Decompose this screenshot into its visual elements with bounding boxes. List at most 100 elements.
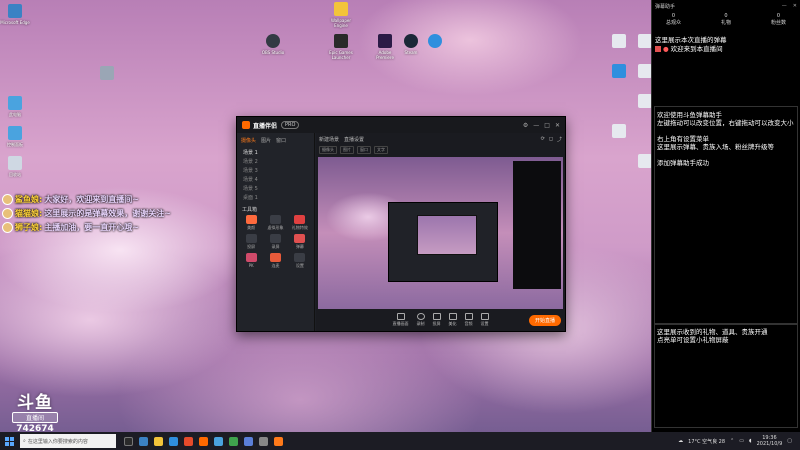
companion-icon[interactable] <box>199 436 208 446</box>
weather-text[interactable]: 17°C 空气良 28 <box>688 438 725 445</box>
notification-icon[interactable]: ▢ <box>787 438 792 444</box>
app-icon[interactable] <box>184 436 193 446</box>
tab-image[interactable]: 图片 <box>261 137 271 144</box>
app-icon <box>428 34 442 48</box>
danmaku-assistant-panel: 弹幕助手 — ✕ 0 总观众 0 礼物 0 粉丝数 这里展示本次直播的弹幕 ● 欢迎来… <box>651 0 800 432</box>
chat-icon[interactable]: ◻ <box>549 136 553 143</box>
tab-window[interactable]: 窗口 <box>276 137 286 144</box>
live-preview[interactable] <box>318 157 563 309</box>
volume-icon[interactable]: ◖ <box>749 438 752 444</box>
tool-pk[interactable]: PK <box>240 253 262 269</box>
tool-settings[interactable]: 设置 <box>289 253 311 269</box>
danmaku-item: 猫猫娘: 这里展示的是弹幕效果，谢谢关注~ <box>2 207 171 219</box>
gear-icon <box>480 313 489 320</box>
scene-item[interactable]: 场景 5 <box>237 184 314 193</box>
taskbar-search[interactable]: ⌕ 在这里输入你要搜索的内容 <box>20 434 116 448</box>
stat-fans: 0 粉丝数 <box>770 13 786 26</box>
desktop-icon-app[interactable] <box>420 34 450 50</box>
desktop-icon-epic[interactable]: Epic Games Launcher <box>326 34 356 60</box>
nested-companion-window <box>388 202 498 282</box>
taskbar: ⌕ 在这里输入你要搜索的内容 ☁ 17°C 空气良 28 ⌃ ▭ ◖ 19:36… <box>0 432 800 450</box>
desktop-icon-control-panel[interactable]: 控制面板 <box>0 126 30 147</box>
folder-icon[interactable] <box>154 436 163 446</box>
desktop-icon-computer[interactable]: 此电脑 <box>0 96 30 117</box>
chat-titlebar[interactable]: 弹幕助手 — ✕ <box>652 0 800 12</box>
source-toolbar: 摄像头 图片 窗口 文字 <box>316 145 565 155</box>
settings-button[interactable]: 设置 <box>480 313 489 327</box>
desktop-icon-obs[interactable]: OBS Studio <box>258 34 288 55</box>
cast-button[interactable]: 投屏 <box>432 313 441 327</box>
obs-icon <box>266 34 280 48</box>
bottom-controls: 直播画面 录制 投屏 美化 音频 设置 开始直播 <box>316 309 565 331</box>
scene-item[interactable]: 场景 1 <box>237 148 314 157</box>
minimize-icon[interactable]: — <box>533 122 539 129</box>
avatar <box>2 207 13 219</box>
desktop-icon-file[interactable] <box>92 66 122 82</box>
app-icon[interactable] <box>244 436 253 446</box>
store-icon[interactable] <box>169 436 178 446</box>
tool-gift-effect[interactable]: 礼物特效 <box>289 215 311 231</box>
companion-logo-icon <box>242 121 250 129</box>
beauty-icon <box>245 215 257 224</box>
edge-icon[interactable] <box>139 436 148 446</box>
scene-item[interactable]: 场景 3 <box>237 166 314 175</box>
scene-item[interactable]: 桌面 1 <box>237 193 314 202</box>
search-icon: ⌕ <box>23 438 26 444</box>
scene-item[interactable]: 场景 2 <box>237 157 314 166</box>
start-button[interactable] <box>0 432 18 450</box>
tool-beauty[interactable]: 美颜 <box>240 215 262 231</box>
live-settings-button[interactable]: 直播设置 <box>344 136 364 143</box>
cast-icon <box>432 313 441 320</box>
add-image-button[interactable]: 图片 <box>340 146 354 154</box>
add-camera-button[interactable]: 摄像头 <box>319 146 337 154</box>
douyu-logo: 斗鱼 <box>17 393 53 413</box>
avatar <box>2 193 13 205</box>
desktop-icon-recycle-bin[interactable]: 回收站 <box>0 156 30 177</box>
tab-camera[interactable]: 摄像头 <box>241 137 256 144</box>
chat-header-message: 这里展示本次直播的弹幕 <box>655 36 727 44</box>
desktop-icon-doc-5[interactable] <box>604 124 634 140</box>
close-icon[interactable]: ✕ <box>793 3 797 9</box>
add-text-button[interactable]: 文字 <box>374 146 388 154</box>
douyu-icon[interactable] <box>274 436 283 446</box>
tool-link-mic[interactable]: 连麦 <box>264 253 286 269</box>
avatar-icon <box>269 215 281 224</box>
app-icon[interactable] <box>259 436 268 446</box>
app-icon[interactable] <box>229 436 238 446</box>
share-icon[interactable]: ⤴ <box>557 136 562 143</box>
network-icon[interactable]: ▭ <box>739 438 744 444</box>
minimize-icon[interactable]: — <box>782 3 787 9</box>
beautify-button[interactable]: 美化 <box>448 313 457 327</box>
nested-preview <box>417 215 477 255</box>
audio-button[interactable]: 音频 <box>464 313 473 327</box>
task-view-icon[interactable] <box>124 436 133 446</box>
live-companion-window: 直播伴侣 PRO ⚙ — □ ✕ 摄像头 图片 窗口 场景 1 场景 2 场景 … <box>236 116 566 332</box>
live-screen-button[interactable]: 直播画面 <box>393 313 409 327</box>
scene-sidebar: 摄像头 图片 窗口 场景 1 场景 2 场景 3 场景 4 场景 5 桌面 1 … <box>237 133 315 331</box>
start-live-button[interactable]: 开始直播 <box>528 314 561 326</box>
desktop-icon-edge[interactable]: Microsoft Edge <box>0 4 30 25</box>
record-button[interactable]: 录制 <box>416 313 425 327</box>
document-icon <box>638 64 652 78</box>
chevron-up-icon[interactable]: ⌃ <box>730 438 734 444</box>
add-window-button[interactable]: 窗口 <box>357 146 371 154</box>
tool-cast[interactable]: 投屏 <box>240 234 262 250</box>
control-panel-icon <box>8 126 22 140</box>
app-icon[interactable] <box>214 436 223 446</box>
tool-record[interactable]: 录屏 <box>264 234 286 250</box>
new-scene-button[interactable]: 新建场景 <box>319 136 339 143</box>
refresh-icon[interactable]: ⟳ <box>541 136 545 143</box>
tool-danmaku[interactable]: 弹幕 <box>289 234 311 250</box>
premiere-icon <box>378 34 392 48</box>
tool-avatar[interactable]: 虚拟形象 <box>264 215 286 231</box>
close-icon[interactable]: ✕ <box>555 122 560 129</box>
settings-icon[interactable]: ⚙ <box>523 122 528 129</box>
clock[interactable]: 19:36 2021/10/9 <box>757 435 783 447</box>
desktop-icon-wallpaper[interactable]: Wallpaper Engine <box>326 2 356 28</box>
window-titlebar[interactable]: 直播伴侣 PRO ⚙ — □ ✕ <box>237 117 565 133</box>
danmaku-item: 狮子娘: 主播加油，要一直开心哦~ <box>2 221 139 233</box>
scene-item[interactable]: 场景 4 <box>237 175 314 184</box>
record-icon <box>416 313 425 320</box>
maximize-icon[interactable]: □ <box>544 122 550 129</box>
weather-icon: ☁ <box>678 438 684 444</box>
